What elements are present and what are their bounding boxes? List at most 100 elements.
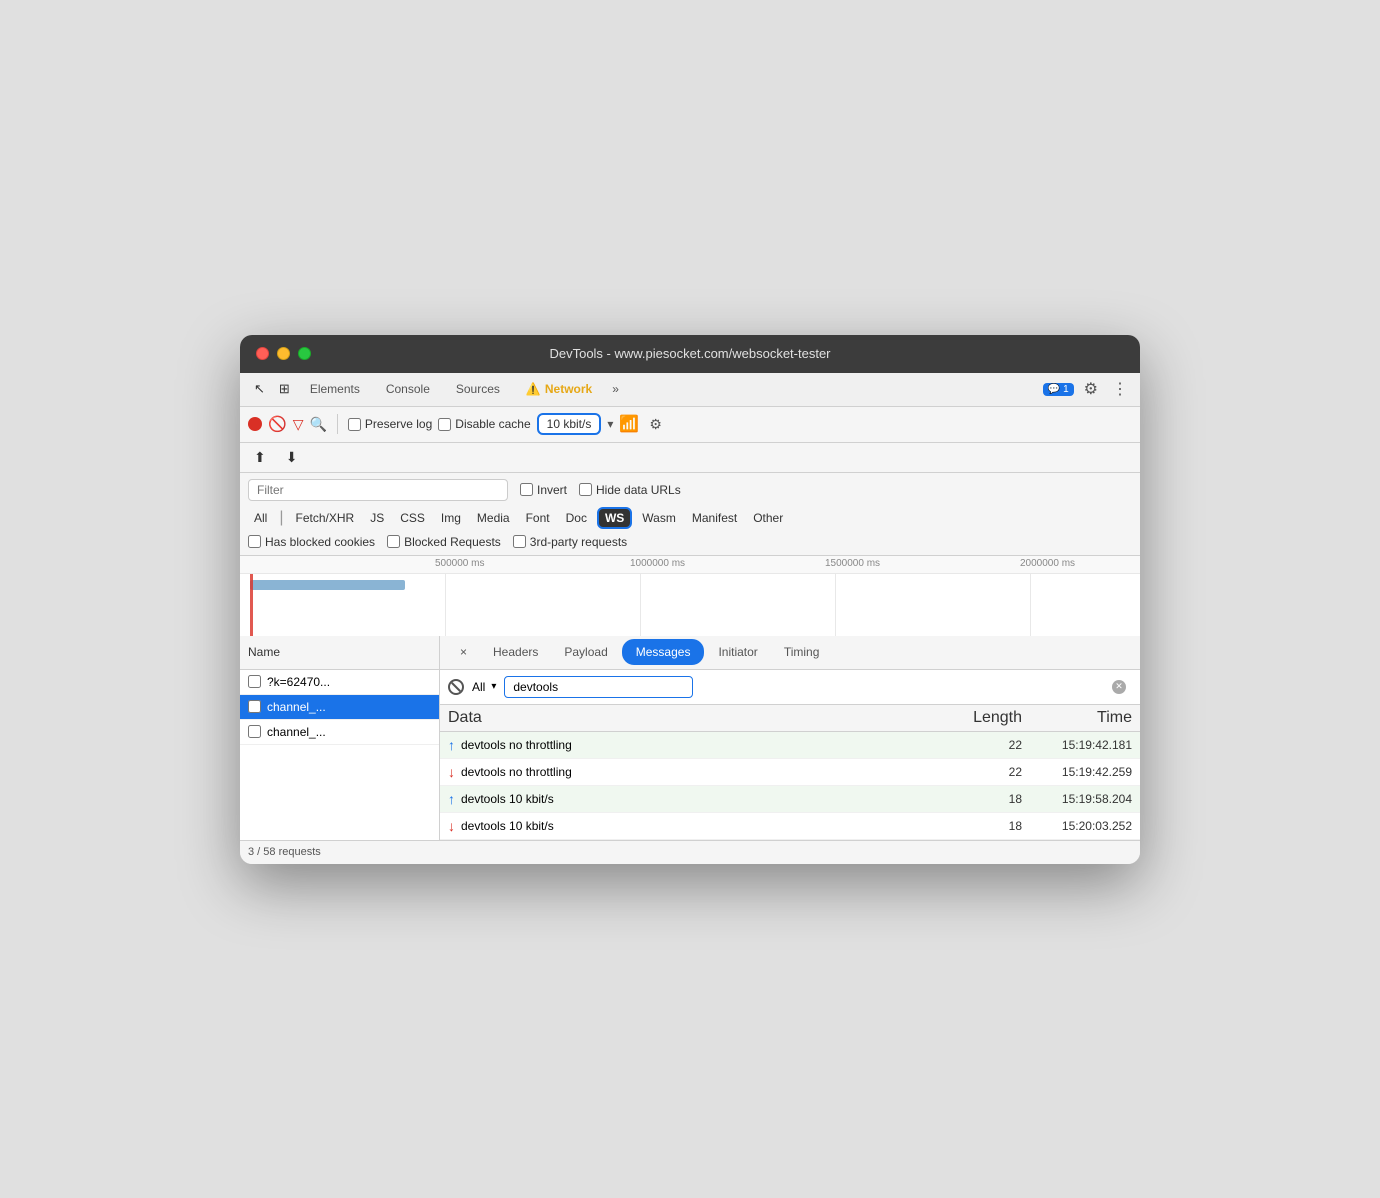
upload-download-bar: ⬆ ⬇ <box>240 443 1140 473</box>
filter-img[interactable]: Img <box>435 509 467 527</box>
blocked-cookies-checkbox[interactable]: Has blocked cookies <box>248 535 375 549</box>
clear-button[interactable]: 🚫 <box>268 415 287 433</box>
ws-search-clear-btn[interactable]: ✕ <box>1112 680 1126 694</box>
msg-len-3: 18 <box>952 792 1022 806</box>
msg-header-data: Data <box>448 709 952 727</box>
invert-input[interactable] <box>520 483 533 496</box>
separator1 <box>337 414 338 434</box>
request-name-2: channel_... <box>267 700 326 714</box>
ws-tab-payload[interactable]: Payload <box>552 641 619 663</box>
invert-checkbox[interactable]: Invert <box>520 483 567 497</box>
blocked-requests-checkbox[interactable]: Blocked Requests <box>387 535 501 549</box>
filter-types: All | Fetch/XHR JS CSS Img Media Font Do… <box>248 507 1132 529</box>
download-icon[interactable]: ⬇ <box>280 445 304 470</box>
more-tabs-btn[interactable]: » <box>606 378 625 400</box>
record-button[interactable] <box>248 417 262 431</box>
ws-filter-label: All <box>472 680 485 694</box>
requests-panel: Name ?k=62470... channel_... channel_... <box>240 636 440 840</box>
settings-icon[interactable]: ⚙ <box>1080 377 1102 401</box>
ws-detail-panel: × Headers Payload Messages Initiator Tim… <box>440 636 1140 840</box>
tab-elements[interactable]: Elements <box>298 378 372 400</box>
main-tab-bar: ↖ ⊞ Elements Console Sources ⚠️ Network … <box>240 373 1140 407</box>
msg-data-1: devtools no throttling <box>461 738 952 752</box>
disable-cache-checkbox[interactable]: Disable cache <box>438 417 530 431</box>
third-party-input[interactable] <box>513 535 526 548</box>
timeline-mark-1: 500000 ms <box>435 558 484 569</box>
filter-font[interactable]: Font <box>520 509 556 527</box>
filter-ws[interactable]: WS <box>597 507 632 529</box>
grid-line-4 <box>1030 574 1031 636</box>
content-area: Name ?k=62470... channel_... channel_...… <box>240 636 1140 840</box>
filter-wasm[interactable]: Wasm <box>636 509 682 527</box>
preserve-log-input[interactable] <box>348 418 361 431</box>
filter-row2: Has blocked cookies Blocked Requests 3rd… <box>248 535 1132 549</box>
ws-search-input[interactable] <box>504 676 693 698</box>
filter-bar: Invert Hide data URLs All | Fetch/XHR JS… <box>240 473 1140 556</box>
msg-len-4: 18 <box>952 819 1022 833</box>
filter-css[interactable]: CSS <box>394 509 431 527</box>
ws-filter-arrow: ▾ <box>491 681 496 692</box>
request-row-1[interactable]: ?k=62470... <box>240 670 439 695</box>
msg-len-1: 22 <box>952 738 1022 752</box>
request-count: 3 / 58 requests <box>248 846 321 858</box>
cursor-tool-btn[interactable]: ↖ <box>248 377 271 401</box>
filter-doc[interactable]: Doc <box>560 509 593 527</box>
device-toggle-btn[interactable]: ⊞ <box>273 377 296 401</box>
status-bar: 3 / 58 requests <box>240 840 1140 864</box>
grid-line-3 <box>835 574 836 636</box>
network-settings-icon[interactable]: ⚙ <box>645 414 666 435</box>
more-options-icon[interactable]: ⋮ <box>1108 377 1132 401</box>
request-checkbox-3[interactable] <box>248 725 261 738</box>
filter-other[interactable]: Other <box>747 509 789 527</box>
timeline-mark-3: 1500000 ms <box>825 558 880 569</box>
message-row-4[interactable]: ↓ devtools 10 kbit/s 18 15:20:03.252 <box>440 813 1140 840</box>
throttle-button[interactable]: 10 kbit/s <box>537 413 602 435</box>
ws-close-tab[interactable]: × <box>448 641 479 663</box>
filter-icon[interactable]: ▽ <box>293 416 304 433</box>
filter-all[interactable]: All <box>248 509 273 527</box>
hide-data-urls-input[interactable] <box>579 483 592 496</box>
upload-icon[interactable]: ⬆ <box>248 445 272 470</box>
blocked-cookies-input[interactable] <box>248 535 261 548</box>
message-row-2[interactable]: ↓ devtools no throttling 22 15:19:42.259 <box>440 759 1140 786</box>
grid-line-2 <box>640 574 641 636</box>
filter-media[interactable]: Media <box>471 509 516 527</box>
ws-tab-timing[interactable]: Timing <box>772 641 832 663</box>
ws-tab-messages[interactable]: Messages <box>622 639 705 665</box>
request-row-2[interactable]: channel_... <box>240 695 439 720</box>
tab-network[interactable]: ⚠️ Network <box>514 378 604 400</box>
filter-input[interactable] <box>248 479 508 501</box>
request-checkbox-1[interactable] <box>248 675 261 688</box>
request-checkbox-2[interactable] <box>248 700 261 713</box>
request-row-3[interactable]: channel_... <box>240 720 439 745</box>
blocked-requests-input[interactable] <box>387 535 400 548</box>
tab-sources[interactable]: Sources <box>444 378 512 400</box>
request-name-1: ?k=62470... <box>267 675 330 689</box>
filter-manifest[interactable]: Manifest <box>686 509 743 527</box>
preserve-log-checkbox[interactable]: Preserve log <box>348 417 432 431</box>
ws-tab-initiator[interactable]: Initiator <box>706 641 769 663</box>
search-icon[interactable]: 🔍 <box>309 416 326 433</box>
msg-time-3: 15:19:58.204 <box>1022 792 1132 806</box>
message-row-3[interactable]: ↑ devtools 10 kbit/s 18 15:19:58.204 <box>440 786 1140 813</box>
close-button[interactable] <box>256 347 269 360</box>
filter-fetch-xhr[interactable]: Fetch/XHR <box>290 509 361 527</box>
third-party-checkbox[interactable]: 3rd-party requests <box>513 535 627 549</box>
network-toolbar: 🚫 ▽ 🔍 Preserve log Disable cache 10 kbit… <box>240 407 1140 443</box>
message-row-1[interactable]: ↑ devtools no throttling 22 15:19:42.181 <box>440 732 1140 759</box>
maximize-button[interactable] <box>298 347 311 360</box>
minimize-button[interactable] <box>277 347 290 360</box>
tab-console[interactable]: Console <box>374 378 442 400</box>
arrow-down-icon-2: ↓ <box>448 764 455 780</box>
notification-badge[interactable]: 💬 1 <box>1043 383 1074 396</box>
filter-js[interactable]: JS <box>364 509 390 527</box>
ws-filter-dropdown[interactable]: All ▾ <box>448 679 496 695</box>
msg-data-4: devtools 10 kbit/s <box>461 819 952 833</box>
grid-line-1 <box>445 574 446 636</box>
timeline-bar[interactable] <box>250 580 405 590</box>
ws-tab-headers[interactable]: Headers <box>481 641 550 663</box>
titlebar: DevTools - www.piesocket.com/websocket-t… <box>240 335 1140 373</box>
hide-data-urls-checkbox[interactable]: Hide data URLs <box>579 483 681 497</box>
throttle-dropdown-arrow[interactable]: ▾ <box>607 417 613 431</box>
disable-cache-input[interactable] <box>438 418 451 431</box>
